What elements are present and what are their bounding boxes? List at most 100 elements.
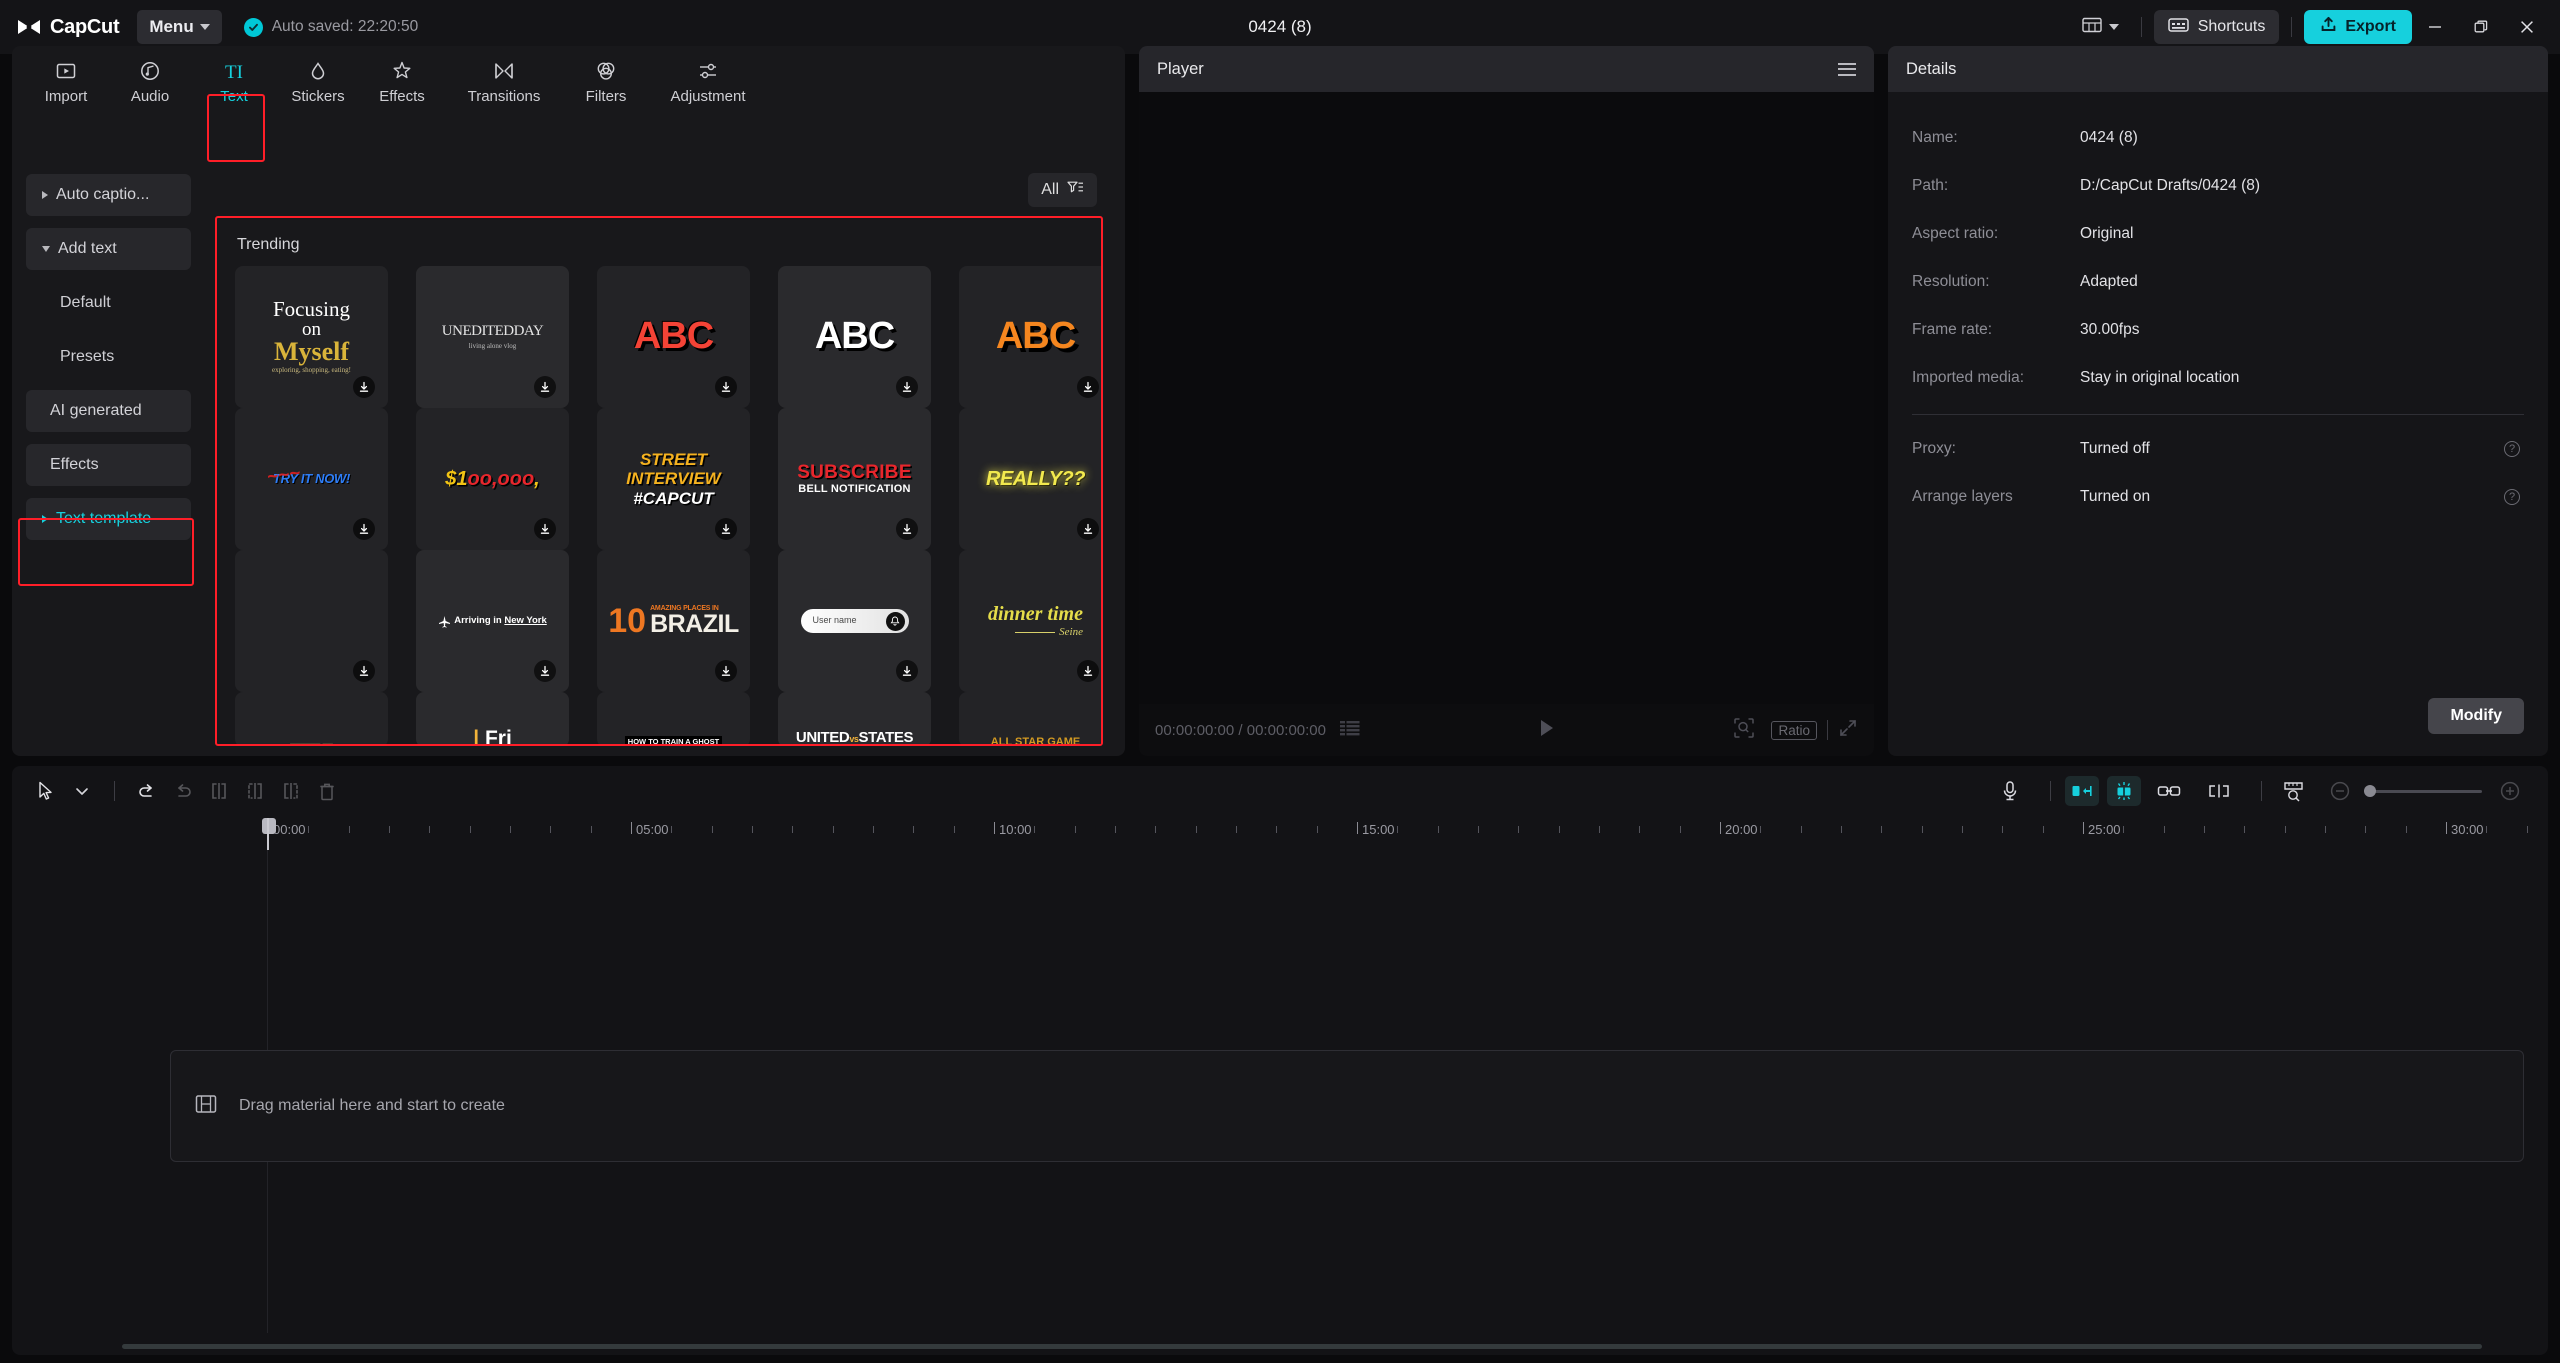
tab-stickers[interactable]: Stickers (276, 51, 360, 113)
ruler-tick-minor (1397, 826, 1399, 833)
ruler-label: 15:00 (1362, 822, 1395, 837)
template-card[interactable]: ABC (959, 266, 1101, 408)
export-button[interactable]: Export (2304, 10, 2412, 44)
mic-icon[interactable] (1992, 776, 2028, 806)
sidebar-item-effects[interactable]: Effects (26, 444, 191, 486)
ruler-tick-minor (1437, 826, 1439, 833)
template-card[interactable]: STREET INTERVIEW #CAPCUT (597, 408, 750, 550)
tab-audio[interactable]: Audio (108, 51, 192, 113)
tab-adjustment[interactable]: Adjustment (648, 51, 768, 113)
zoom-in-icon[interactable] (2492, 776, 2528, 806)
player-controls: 00:00:00:00 / 00:00:00:00 Ratio (1139, 704, 1874, 756)
ruler-label: 00:00 (273, 822, 306, 837)
download-icon[interactable] (896, 660, 918, 682)
menu-button[interactable]: Menu (137, 10, 222, 44)
template-card[interactable] (235, 550, 388, 692)
help-icon[interactable]: ? (2504, 489, 2520, 505)
export-label: Export (2345, 18, 2396, 35)
tab-filters[interactable]: Filters (564, 51, 648, 113)
download-icon[interactable] (1077, 376, 1099, 398)
template-card[interactable]: REALLY?? (959, 408, 1101, 550)
template-card[interactable]: dinner time Seine (959, 550, 1101, 692)
timeline-horizontal-scrollbar[interactable] (122, 1344, 2482, 1349)
sidebar-item-auto-captions[interactable]: Auto captio... (26, 174, 191, 216)
player-stage[interactable] (1139, 92, 1874, 704)
help-icon[interactable]: ? (2504, 441, 2520, 457)
all-filter-button[interactable]: All (1028, 173, 1097, 207)
sidebar-item-presets[interactable]: Presets (26, 336, 191, 378)
template-card[interactable]: | Fri (416, 692, 569, 744)
zoom-slider[interactable] (2364, 785, 2482, 797)
ratio-button[interactable]: Ratio (1771, 720, 1817, 740)
freeze-icon[interactable] (2107, 776, 2141, 806)
template-card[interactable]: Focusing on Myself exploring, shopping, … (235, 266, 388, 408)
magnifier-icon[interactable] (1733, 717, 1755, 744)
chevron-down-icon[interactable] (64, 776, 100, 806)
details-value: Stay in original location (2080, 369, 2240, 386)
playhead-handle[interactable] (262, 818, 276, 834)
trim-right-icon[interactable] (273, 776, 309, 806)
details-row-name: Name: 0424 (8) (1912, 114, 2524, 162)
trash-icon[interactable] (309, 776, 345, 806)
zoom-slider-track[interactable] (2364, 785, 2482, 797)
tab-import[interactable]: Import (24, 51, 108, 113)
modify-button[interactable]: Modify (2428, 698, 2524, 734)
download-icon[interactable] (715, 660, 737, 682)
template-card[interactable]: ABC (597, 266, 750, 408)
sidebar-item-add-text[interactable]: Add text (26, 228, 191, 270)
download-icon[interactable] (1077, 660, 1099, 682)
template-card[interactable]: UNITEDvsSTATES (778, 692, 931, 744)
fullscreen-icon[interactable] (1838, 718, 1858, 743)
grid-icon[interactable] (1339, 720, 1360, 741)
download-icon[interactable] (896, 376, 918, 398)
template-card[interactable]: ABC (778, 266, 931, 408)
tab-effects[interactable]: Effects (360, 51, 444, 113)
download-icon[interactable] (353, 660, 375, 682)
sidebar-item-text-template[interactable]: Text template (26, 498, 191, 540)
undo-icon[interactable] (129, 776, 165, 806)
template-card[interactable]: ALL STAR GAME (959, 692, 1101, 744)
download-icon[interactable] (534, 660, 556, 682)
template-card[interactable]: Arriving in New York (416, 550, 569, 692)
cursor-icon[interactable] (28, 776, 64, 806)
playhead[interactable] (267, 818, 269, 850)
splitview-icon[interactable] (2201, 776, 2237, 806)
template-card[interactable]: 10 AMAZING PLACES IN BRAZIL (597, 550, 750, 692)
hamburger-icon[interactable] (1838, 62, 1856, 76)
drag-material-dropzone[interactable]: Drag material here and start to create (170, 1050, 2524, 1162)
download-icon[interactable] (534, 518, 556, 540)
layout-switch-button[interactable] (2072, 11, 2129, 44)
download-icon[interactable] (353, 518, 375, 540)
zoom-slider-knob[interactable] (2364, 785, 2376, 797)
tab-text[interactable]: TI Text (192, 51, 276, 113)
template-card[interactable]: HOW TO TRAIN A GHOST (597, 692, 750, 744)
template-card[interactable]: ______ __ (235, 692, 388, 744)
download-icon[interactable] (534, 376, 556, 398)
mirror-icon[interactable] (2065, 776, 2099, 806)
sidebar-item-default[interactable]: Default (26, 282, 191, 324)
download-icon[interactable] (715, 518, 737, 540)
play-icon[interactable] (1538, 718, 1556, 743)
template-card[interactable]: $1oo,ooo, (416, 408, 569, 550)
timeline-ruler[interactable]: 00:00 05:00 10:00 15:00 20:00 25:00 30:00 (12, 816, 2548, 850)
template-card[interactable]: SUBSCRIBE BELL NOTIFICATION (778, 408, 931, 550)
download-icon[interactable] (715, 376, 737, 398)
redo-icon[interactable] (165, 776, 201, 806)
split-icon[interactable] (201, 776, 237, 806)
template-card[interactable]: User name (778, 550, 931, 692)
download-icon[interactable] (1077, 518, 1099, 540)
ruler-tick-minor (2042, 826, 2044, 833)
sidebar-item-ai-generated[interactable]: AI generated (26, 390, 191, 432)
template-card[interactable]: UNEDITEDDAY living alone vlog (416, 266, 569, 408)
tab-transitions[interactable]: Transitions (444, 51, 564, 113)
download-icon[interactable] (353, 376, 375, 398)
link-icon[interactable] (2151, 776, 2187, 806)
shortcuts-button[interactable]: Shortcuts (2153, 10, 2280, 44)
template-card[interactable]: ~~~ TRY IT NOW! (235, 408, 388, 550)
keyboard-icon (2167, 17, 2189, 38)
download-icon[interactable] (896, 518, 918, 540)
ruler-icon[interactable] (2276, 776, 2312, 806)
timeline-tracks[interactable]: Drag material here and start to create (12, 850, 2548, 1333)
zoom-out-icon[interactable] (2322, 776, 2358, 806)
trim-left-icon[interactable] (237, 776, 273, 806)
